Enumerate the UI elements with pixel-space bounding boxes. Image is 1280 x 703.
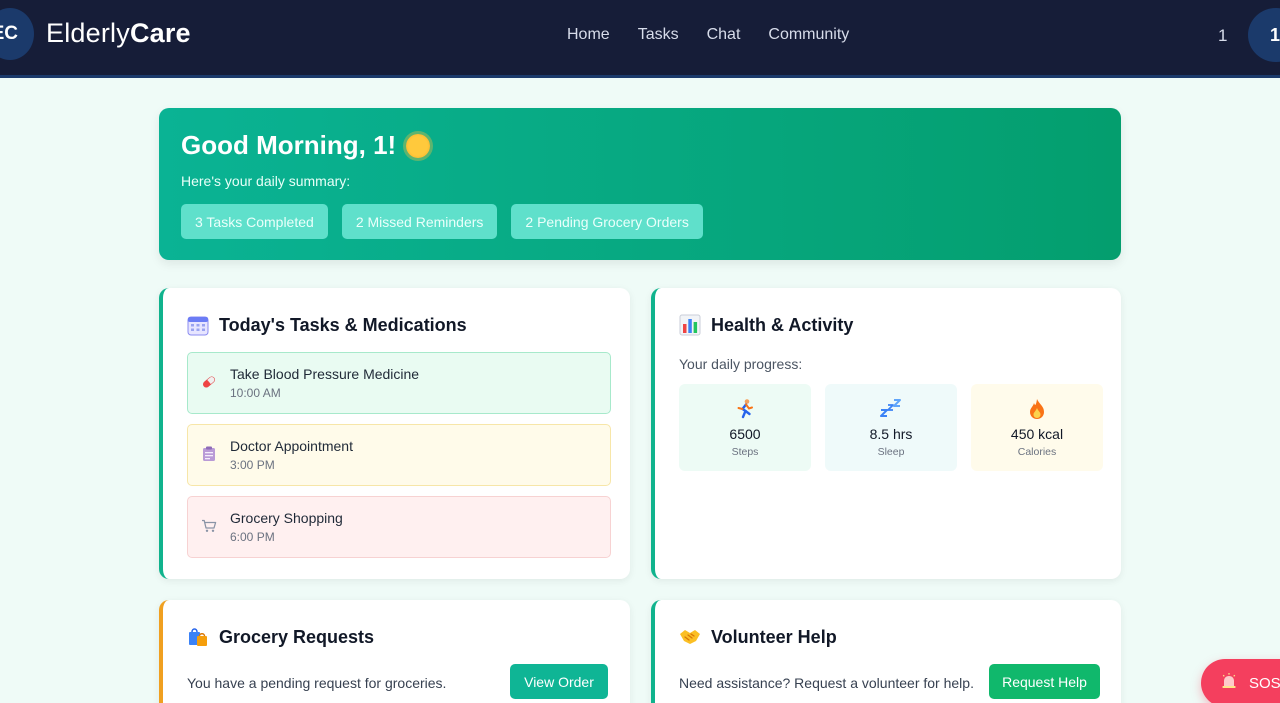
- task-name: Take Blood Pressure Medicine: [230, 366, 420, 382]
- nav-link-community[interactable]: Community: [768, 26, 849, 44]
- health-subtitle: Your daily progress:: [679, 356, 803, 372]
- greeting-banner: Good Morning, 1! Here's your daily summa…: [159, 108, 1121, 260]
- request-help-button[interactable]: Request Help: [989, 664, 1100, 699]
- tasks-card-title: Today's Tasks & Medications: [187, 314, 467, 336]
- running-icon: [679, 398, 811, 420]
- greeting-subtitle: Here's your daily summary:: [181, 173, 351, 189]
- avatar-initial: 1: [1270, 24, 1280, 45]
- avatar[interactable]: 1: [1248, 8, 1280, 62]
- nav-link-chat[interactable]: Chat: [707, 26, 741, 44]
- calendar-icon: [187, 314, 209, 336]
- nav-link-home[interactable]: Home: [567, 26, 610, 44]
- greeting-text: Good Morning, 1!: [181, 130, 397, 160]
- task-name: Doctor Appointment: [230, 438, 353, 454]
- view-order-button[interactable]: View Order: [510, 664, 608, 699]
- brand-name[interactable]: ElderlyCare: [46, 18, 191, 49]
- health-card: Health & Activity Your daily progress: 6…: [651, 288, 1121, 579]
- brand-light: Elderly: [46, 18, 130, 48]
- volunteer-card: Volunteer Help Need assistance? Request …: [651, 600, 1121, 703]
- grocery-card: Grocery Requests You have a pending requ…: [159, 600, 630, 703]
- stat-steps: 6500 Steps: [679, 384, 811, 471]
- pill-icon: [188, 374, 230, 393]
- task-name: Grocery Shopping: [230, 510, 343, 526]
- stat-value: 6500: [729, 426, 761, 442]
- grocery-card-title: Grocery Requests: [187, 626, 374, 648]
- stat-label: Steps: [731, 446, 759, 458]
- stat-sleep: 8.5 hrs Sleep: [825, 384, 957, 471]
- health-card-title-text: Health & Activity: [711, 314, 854, 335]
- nav-links: Home Tasks Chat Community: [567, 26, 849, 44]
- sos-label: SOS: [1249, 674, 1280, 692]
- sleep-icon: [825, 398, 957, 420]
- task-item[interactable]: Grocery Shopping 6:00 PM: [187, 496, 611, 558]
- stat-label: Calories: [1017, 446, 1057, 458]
- sun-icon: [406, 133, 431, 158]
- summary-pills: 3 Tasks Completed 2 Missed Reminders 2 P…: [181, 204, 703, 239]
- task-item[interactable]: Doctor Appointment 3:00 PM: [187, 424, 611, 486]
- grocery-text: You have a pending request for groceries…: [187, 675, 447, 691]
- stat-value: 8.5 hrs: [869, 426, 913, 442]
- stat-label: Sleep: [877, 446, 905, 458]
- stat-value: 450 kcal: [1010, 426, 1064, 442]
- navbar: EC ElderlyCare Home Tasks Chat Community…: [0, 0, 1280, 78]
- sos-button[interactable]: SOS: [1201, 659, 1280, 703]
- brand-bold: Care: [129, 18, 191, 48]
- logo-initials: EC: [0, 23, 18, 44]
- task-time: 3:00 PM: [230, 458, 275, 472]
- clipboard-icon: [188, 446, 230, 465]
- summary-pill-tasks[interactable]: 3 Tasks Completed: [181, 204, 328, 239]
- fire-icon: [971, 398, 1103, 420]
- siren-icon: [1221, 673, 1237, 693]
- greeting-heading: Good Morning, 1!: [181, 130, 431, 161]
- volunteer-text: Need assistance? Request a volunteer for…: [679, 675, 974, 691]
- nav-link-tasks[interactable]: Tasks: [638, 26, 679, 44]
- cart-icon: [188, 519, 230, 536]
- logo-badge[interactable]: EC: [0, 8, 34, 60]
- stat-calories: 450 kcal Calories: [971, 384, 1103, 471]
- summary-pill-grocery[interactable]: 2 Pending Grocery Orders: [511, 204, 703, 239]
- bar-chart-icon: [679, 314, 701, 336]
- volunteer-card-title-text: Volunteer Help: [711, 626, 837, 647]
- tasks-card: Today's Tasks & Medications Take Blood P…: [159, 288, 630, 579]
- nav-user-name[interactable]: 1: [1218, 26, 1227, 46]
- summary-pill-reminders[interactable]: 2 Missed Reminders: [341, 204, 498, 239]
- grocery-card-title-text: Grocery Requests: [219, 626, 375, 647]
- shopping-bags-icon: [187, 626, 209, 648]
- volunteer-card-title: Volunteer Help: [679, 626, 837, 648]
- task-time: 6:00 PM: [230, 530, 275, 544]
- task-time: 10:00 AM: [230, 386, 281, 400]
- health-card-title: Health & Activity: [679, 314, 853, 336]
- tasks-card-title-text: Today's Tasks & Medications: [219, 314, 467, 335]
- task-item[interactable]: Take Blood Pressure Medicine 10:00 AM: [187, 352, 611, 414]
- handshake-icon: [679, 626, 701, 648]
